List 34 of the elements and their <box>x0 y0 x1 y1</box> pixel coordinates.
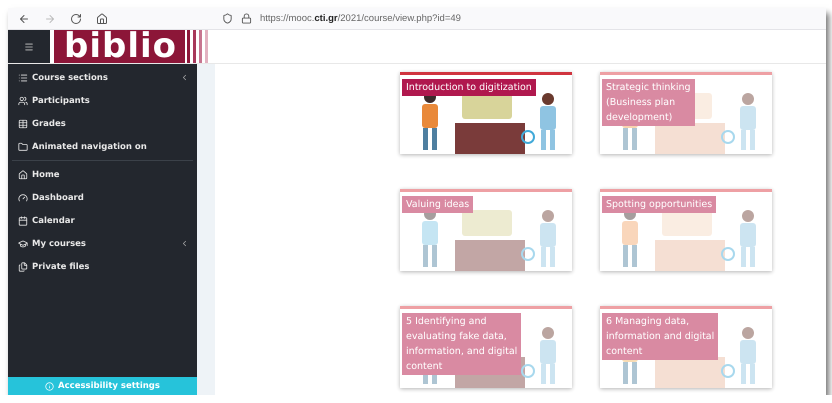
info-icon <box>45 382 54 390</box>
sidebar-item[interactable]: Home <box>12 163 193 186</box>
card-title: 6 Managing data, information and digital content <box>602 313 718 360</box>
logo: biblio <box>54 30 185 63</box>
card-title: Spotting opportunities <box>602 196 716 213</box>
sidebar-item[interactable]: Grades <box>12 112 193 135</box>
sidebar-item[interactable]: Participants <box>12 89 193 112</box>
gauge-icon <box>18 192 28 202</box>
files-icon <box>18 262 28 272</box>
sidebar-item[interactable]: Private files <box>12 255 193 278</box>
reload-button[interactable] <box>70 12 82 24</box>
folder-icon <box>18 142 28 152</box>
sidebar-item[interactable]: My courses <box>12 232 193 255</box>
shield-icon <box>222 13 233 24</box>
card-title: Valuing ideas <box>402 196 474 213</box>
sidebar-item[interactable]: Calendar <box>12 209 193 232</box>
card-title: Introduction to digitization <box>402 79 536 96</box>
sidebar-item[interactable]: Course sections <box>12 66 193 89</box>
course-card[interactable]: Introduction to digitization <box>400 72 572 154</box>
list-icon <box>18 72 28 82</box>
people-icon <box>18 96 28 106</box>
home-button[interactable] <box>96 12 108 24</box>
table-icon <box>18 118 28 128</box>
back-button[interactable] <box>18 12 30 24</box>
sidebar-item[interactable]: Animated navigation on <box>12 135 193 158</box>
card-title: Strategic thinking (Business plan development) <box>602 79 695 126</box>
menu-icon <box>24 42 34 52</box>
calendar-icon <box>18 216 28 226</box>
card-title: 5 Identifying and evaluating fake data, information, and digital content <box>402 313 522 375</box>
home-icon <box>18 170 28 180</box>
graduation-cap-icon <box>18 238 28 248</box>
address-bar[interactable]: https://mooc.cti.gr/2021/course/view.php?id=49 <box>260 13 461 24</box>
sidebar-item[interactable]: Dashboard <box>12 186 193 209</box>
lock-icon <box>241 13 252 24</box>
